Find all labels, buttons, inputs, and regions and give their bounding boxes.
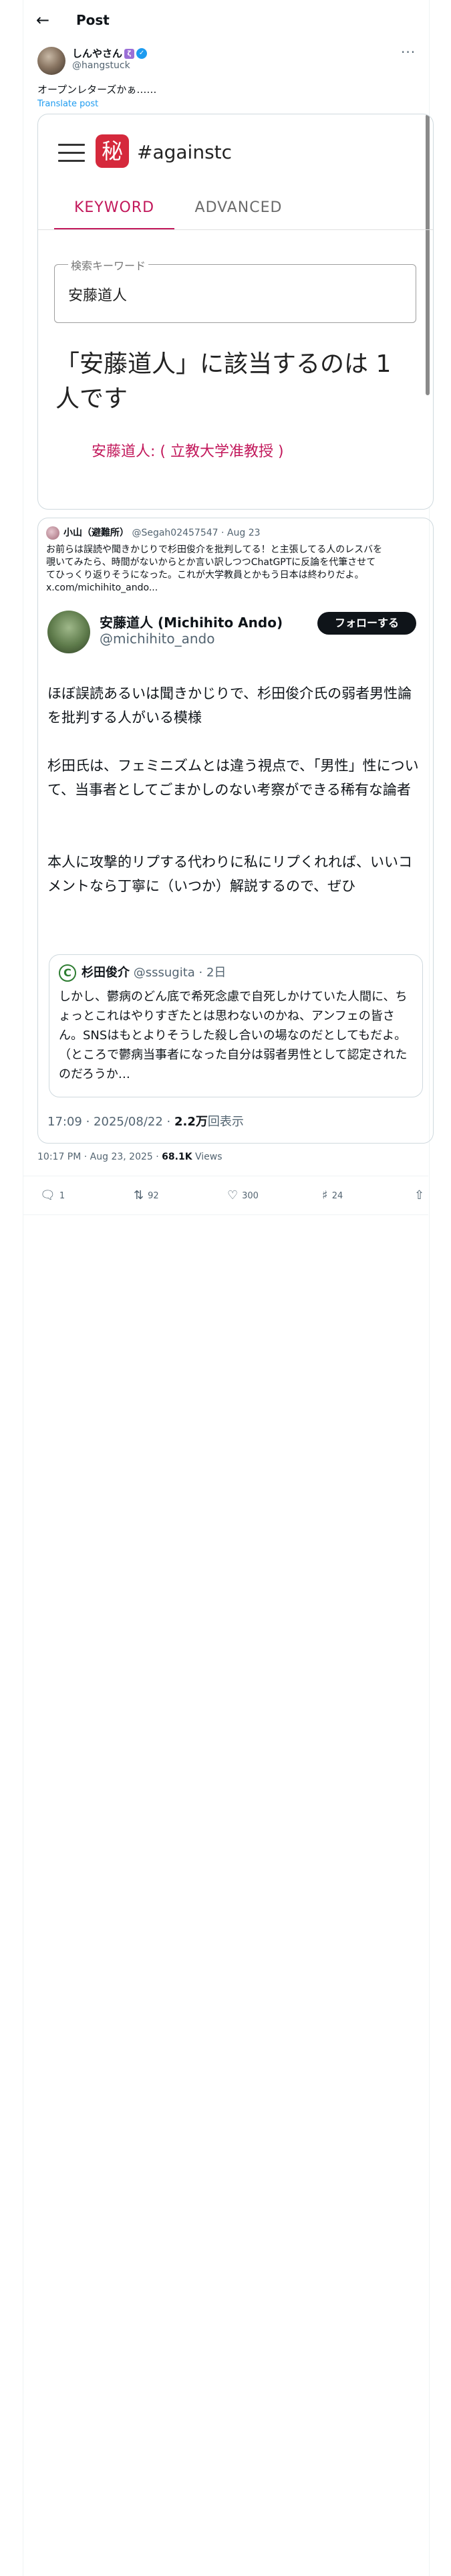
embedded-paragraph: 本人に攻撃的リプする代わりに私にリプくれれば、いいコメントなら丁寧に（いつか）解… xyxy=(47,854,412,894)
page-title: Post xyxy=(76,12,110,28)
nested-author-handle: @sssugita xyxy=(133,966,195,980)
repost-count: 92 xyxy=(148,1190,159,1201)
embedded-views-label: 回表示 xyxy=(207,1115,244,1129)
reply-icon: 🗨 xyxy=(40,1188,55,1202)
nested-header: 杉田俊介 @sssugita · 2日 xyxy=(82,964,226,982)
keyword-field: 検索キーワード 安藤道人 xyxy=(54,257,416,323)
nested-quote: C 杉田俊介 @sssugita · 2日 しかし、鬱病のどん底で希死念慮で自死… xyxy=(49,954,423,1097)
arrow-left-icon[interactable]: ← xyxy=(32,9,53,31)
embedded-views-count: 2.2万 xyxy=(174,1115,208,1129)
avatar xyxy=(47,611,90,653)
repost-icon: ⇅ xyxy=(134,1188,144,1202)
post-image[interactable]: 秘 #againstc KEYWORD ADVANCED 検索キーワード 安藤道… xyxy=(37,114,434,510)
author-display-name: しんやさん xyxy=(72,47,123,60)
reply-button[interactable]: 🗨 1 xyxy=(40,1185,65,1206)
views-label: Views xyxy=(195,1152,222,1162)
nested-author-name: 杉田俊介 xyxy=(82,966,130,980)
embedded-author-handle: @michihito_ando xyxy=(100,631,215,647)
quote-author-handle: @Segah02457547 xyxy=(132,528,218,538)
hamburger-menu-icon xyxy=(58,144,85,164)
divider xyxy=(23,1214,428,1215)
result-text: 「安藤道人」に該当するのは 1 人です xyxy=(55,350,392,413)
translate-link[interactable]: Translate post xyxy=(37,99,98,109)
quote-header: 小山（避難所） @Segah02457547 · Aug 23 xyxy=(63,526,261,540)
verified-badge-icon: ✓ xyxy=(136,48,148,59)
embedded-time: 17:09 · 2025/08/22 xyxy=(47,1115,163,1129)
author-handle[interactable]: @hangstuck xyxy=(72,60,130,71)
avatar: C xyxy=(59,964,76,982)
author-name[interactable]: しんやさん ζ ✓ xyxy=(72,47,148,60)
follow-button: フォローする xyxy=(317,612,416,635)
site-logo: 秘 xyxy=(96,134,129,168)
field-label: 検索キーワード xyxy=(68,257,149,273)
reply-count: 1 xyxy=(59,1190,65,1201)
divider xyxy=(38,229,433,230)
avatar[interactable] xyxy=(37,47,65,75)
like-button[interactable]: ♡ 300 xyxy=(227,1185,259,1206)
nested-text: しかし、鬱病のどん底で希死念慮で自死しかけていた人間に、ちょっとこれはやりすぎた… xyxy=(59,990,408,1081)
bookmark-button[interactable]: ♯ 24 xyxy=(322,1185,343,1206)
scrollbar xyxy=(426,114,430,395)
post-meta: 10:17 PM · Aug 23, 2025 · 68.1K Views xyxy=(37,1152,222,1162)
quote-tweet[interactable]: 小山（避難所） @Segah02457547 · Aug 23 お前らは誤読や聞… xyxy=(37,518,434,1144)
quote-link: x.com/michihito_ando... xyxy=(46,582,158,593)
ellipsis-icon[interactable]: ··· xyxy=(401,44,416,60)
quote-line: お前らは誤読や聞きかじりで杉田俊介を批判してる！と主張してる人のレスバを xyxy=(46,544,383,555)
quote-date: · Aug 23 xyxy=(221,528,261,538)
quote-line: 覗いてみたら、時間がないからとか言い訳しつつChatGPTに反論を代筆させて xyxy=(46,557,376,568)
embedded-paragraph: 杉田氏は、フェミニズムとは違う視点で、「男性」性について、当事者としてごまかしの… xyxy=(47,758,419,798)
result-link: 安藤道人: ( 立教大学准教授 ) xyxy=(92,443,284,460)
top-bar: ← Post xyxy=(0,0,451,40)
bookmark-count: 24 xyxy=(331,1190,343,1201)
bookmark-icon: ♯ xyxy=(322,1188,328,1202)
share-button[interactable]: ⇧ xyxy=(414,1185,424,1206)
affiliation-badge: ζ xyxy=(124,48,135,59)
site-title: #againstc xyxy=(137,141,233,163)
post-time[interactable]: 10:17 PM · Aug 23, 2025 xyxy=(37,1152,153,1162)
quote-text: お前らは誤読や聞きかじりで杉田俊介を批判してる！と主張してる人のレスバを 覗いて… xyxy=(46,544,424,595)
tab-advanced: ADVANCED xyxy=(194,199,283,216)
share-icon: ⇧ xyxy=(414,1188,425,1202)
quote-line: てひっくり返りそうになった。これが大学教員とかもう日本は終わりだよ。 xyxy=(46,570,364,580)
like-icon: ♡ xyxy=(227,1188,239,1202)
field-value: 安藤道人 xyxy=(68,288,128,304)
embedded-paragraph: ほぼ誤読あるいは聞きかじりで、杉田俊介氏の弱者男性論を批判する人がいる模様 xyxy=(47,685,412,726)
embedded-meta: 17:09 · 2025/08/22 · 2.2万回表示 xyxy=(47,1115,244,1129)
like-count: 300 xyxy=(242,1190,259,1201)
post-text: オープンレターズかぁ…… xyxy=(37,84,157,96)
avatar xyxy=(46,526,59,540)
repost-button[interactable]: ⇅ 92 xyxy=(134,1185,159,1206)
tab-keyword: KEYWORD xyxy=(73,199,155,216)
views-count: 68.1K xyxy=(162,1152,192,1162)
embedded-author-name: 安藤道人 (Michihito Ando) xyxy=(100,615,283,631)
quote-author-name: 小山（避難所） xyxy=(63,528,129,538)
nested-date: · 2日 xyxy=(198,966,227,980)
